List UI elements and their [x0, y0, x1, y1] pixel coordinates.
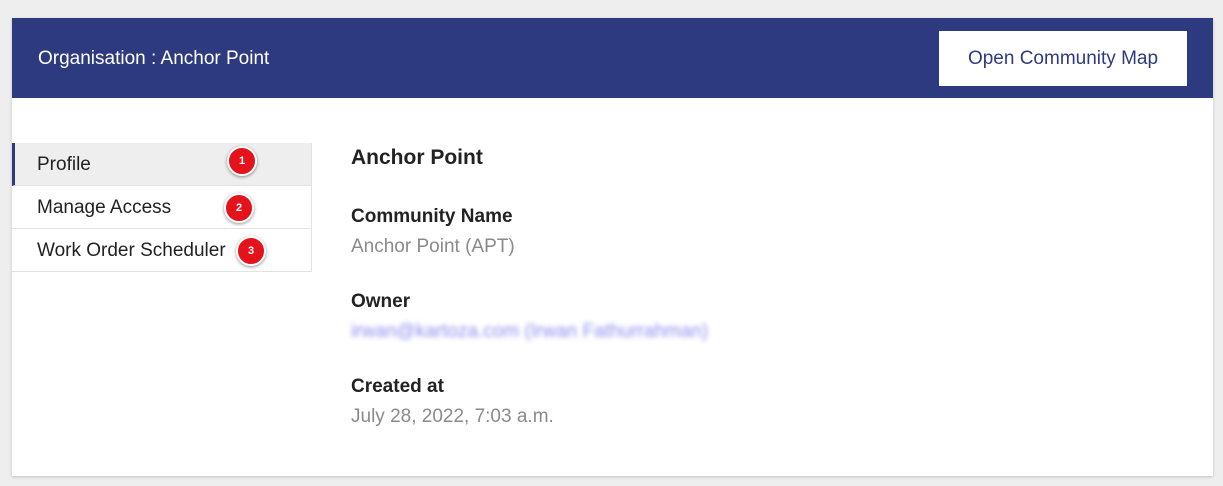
sidebar-item-work-order-scheduler[interactable]: Work Order Scheduler	[12, 229, 312, 272]
step-badge-1: 1	[227, 146, 257, 176]
header-bar: Organisation : Anchor Point Open Communi…	[12, 18, 1213, 98]
step-badge-3: 3	[236, 236, 266, 266]
owner-value-link[interactable]: irwan@kartoza.com (Irwan Fathurrahman)	[351, 321, 708, 343]
sidebar-item-label: Manage Access	[37, 197, 172, 218]
created-at-label: Created at	[351, 376, 444, 397]
sidebar-item-label: Work Order Scheduler	[37, 240, 226, 261]
organisation-card: Organisation : Anchor Point Open Communi…	[12, 18, 1213, 476]
step-badge-2: 2	[224, 193, 254, 223]
sidebar-item-profile[interactable]: Profile	[12, 143, 312, 186]
organisation-name-heading: Anchor Point	[351, 146, 483, 169]
owner-label: Owner	[351, 291, 411, 312]
created-at-value: July 28, 2022, 7:03 a.m.	[351, 406, 554, 427]
community-name-value: Anchor Point (APT)	[351, 236, 515, 257]
community-name-label: Community Name	[351, 206, 513, 227]
open-community-map-button[interactable]: Open Community Map	[939, 31, 1187, 86]
sidebar-nav: Profile Manage Access Work Order Schedul…	[12, 143, 312, 272]
page-title: Organisation : Anchor Point	[38, 48, 270, 69]
sidebar-item-manage-access[interactable]: Manage Access	[12, 186, 312, 229]
sidebar-item-label: Profile	[37, 154, 91, 175]
